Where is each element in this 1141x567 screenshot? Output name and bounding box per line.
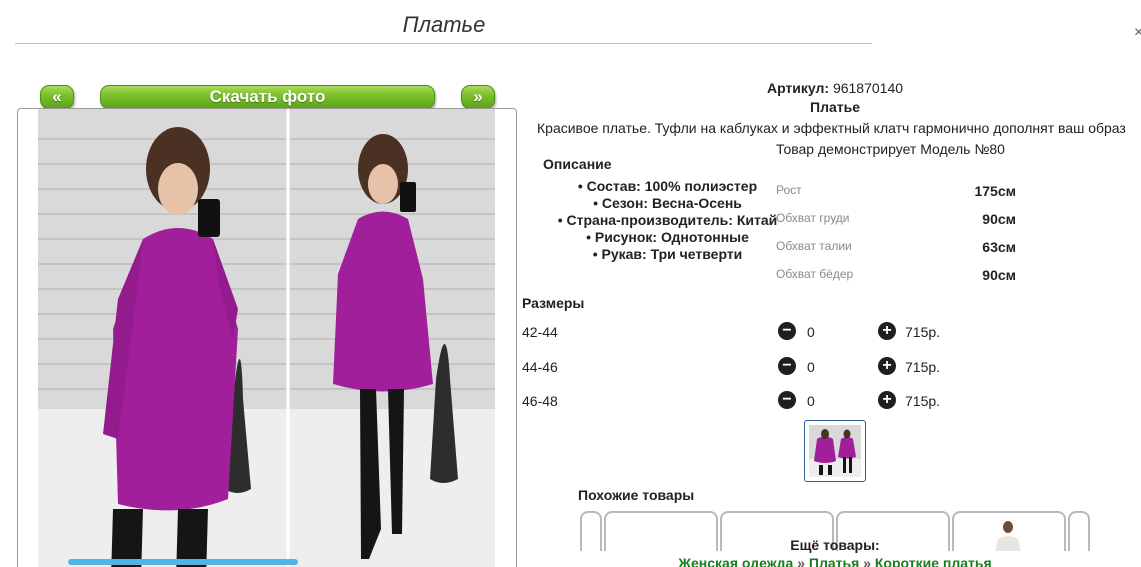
size-row: 42-44 − 0 + 715р. (522, 322, 962, 344)
size-name: 46-48 (522, 393, 558, 409)
size-name: 42-44 (522, 324, 558, 340)
spec-list: Состав: 100% полиэстер Сезон: Весна-Осен… (540, 178, 795, 263)
measurements-table: Рост 175см Обхват груди 90см Обхват тали… (776, 183, 1016, 295)
size-price: 715р. (905, 324, 941, 340)
measurement-value: 175см (974, 183, 1016, 199)
quantity-value: 0 (807, 359, 815, 375)
photo-scrollbar[interactable] (68, 559, 298, 565)
measurement-label: Обхват груди (776, 211, 850, 225)
minus-circle-icon[interactable]: − (778, 391, 796, 409)
article-value: 961870140 (832, 80, 904, 96)
size-price: 715р. (905, 359, 941, 375)
product-photo-frame (17, 108, 517, 567)
model-note: Товар демонстрирует Модель №80 (776, 141, 1005, 157)
download-photo-button[interactable]: Скачать фото (100, 85, 435, 109)
article-line: Артикул: 961870140 (520, 80, 1141, 96)
thumbnail-image (809, 425, 861, 477)
spec-item: Рисунок: Однотонные (540, 229, 795, 246)
measurement-label: Обхват талии (776, 239, 852, 253)
spec-item: Рукав: Три четверти (540, 246, 795, 263)
product-photo[interactable] (38, 109, 495, 567)
article-label: Артикул: (766, 80, 830, 96)
category-breadcrumb: Женская одежда » Платья » Короткие плать… (520, 555, 1141, 567)
spec-item: Сезон: Весна-Осень (540, 195, 795, 212)
plus-circle-icon[interactable]: + (878, 322, 896, 340)
size-row: 46-48 − 0 + 715р. (522, 391, 962, 413)
description-heading: Описание (543, 156, 612, 172)
more-heading: Ещё товары: (790, 537, 880, 553)
photo-thumbnail[interactable] (804, 420, 866, 482)
product-name: Платье (810, 99, 860, 115)
breadcrumb-link[interactable]: Женская одежда (678, 555, 793, 567)
page-title: Платье (402, 12, 486, 37)
next-photo-button[interactable]: » (461, 85, 495, 109)
breadcrumb-separator: » (863, 555, 871, 567)
sizes-heading: Размеры (522, 295, 585, 311)
size-row: 44-46 − 0 + 715р. (522, 357, 962, 379)
plus-circle-icon[interactable]: + (878, 391, 896, 409)
close-icon[interactable]: × (1134, 24, 1141, 42)
spec-item: Страна-производитель: Китай (540, 212, 795, 229)
measurement-row: Обхват груди 90см (776, 211, 1016, 239)
title-divider (15, 43, 872, 44)
measurement-label: Обхват бёдер (776, 267, 854, 281)
measurement-value: 90см (982, 211, 1016, 227)
measurement-row: Обхват талии 63см (776, 239, 1016, 267)
breadcrumb-link[interactable]: Короткие платья (875, 555, 992, 567)
measurement-value: 90см (982, 267, 1016, 283)
breadcrumb-link[interactable]: Платья (809, 555, 859, 567)
size-price: 715р. (905, 393, 941, 409)
measurement-value: 63см (982, 239, 1016, 255)
size-name: 44-46 (522, 359, 558, 375)
measurement-row: Обхват бёдер 90см (776, 267, 1016, 295)
similar-heading: Похожие товары (578, 487, 695, 503)
spec-item: Состав: 100% полиэстер (540, 178, 795, 195)
minus-circle-icon[interactable]: − (778, 322, 796, 340)
measurement-label: Рост (776, 183, 802, 197)
measurement-row: Рост 175см (776, 183, 1016, 211)
prev-photo-button[interactable]: « (40, 85, 74, 109)
plus-circle-icon[interactable]: + (878, 357, 896, 375)
quantity-value: 0 (807, 393, 815, 409)
minus-circle-icon[interactable]: − (778, 357, 796, 375)
quantity-value: 0 (807, 324, 815, 340)
product-description: Красивое платье. Туфли на каблуках и эфф… (537, 120, 1126, 136)
breadcrumb-separator: » (797, 555, 806, 567)
